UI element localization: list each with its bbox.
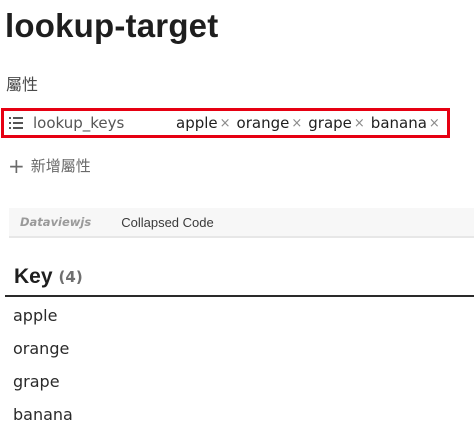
note-page: lookup-target 屬性 lookup_keys apple × ora… — [0, 0, 474, 429]
remove-icon[interactable]: × — [429, 116, 440, 131]
add-property-button[interactable]: + 新增屬性 — [8, 155, 91, 176]
remove-icon[interactable]: × — [291, 116, 302, 131]
row-count: (4) — [58, 268, 83, 286]
plus-icon: + — [8, 153, 25, 178]
value-pill-label: orange — [236, 114, 290, 132]
value-pill[interactable]: grape × — [308, 114, 365, 132]
properties-heading: 屬性 — [6, 75, 39, 94]
value-pill-label: banana — [370, 114, 427, 132]
table-row: apple — [13, 306, 58, 325]
value-pill[interactable]: banana × — [371, 114, 440, 132]
table-body: apple orange grape banana — [13, 299, 73, 429]
table-header: Key (4) — [5, 259, 474, 297]
table-row: orange — [13, 339, 70, 358]
value-pill[interactable]: apple × — [176, 114, 231, 132]
remove-icon[interactable]: × — [354, 116, 365, 131]
collapsed-code-label: Collapsed Code — [121, 214, 214, 230]
key-column-header[interactable]: Key — [14, 265, 53, 289]
list-icon — [9, 116, 25, 130]
code-block-header[interactable]: Dataviewjs Collapsed Code — [9, 208, 474, 238]
value-pill-label: apple — [176, 114, 218, 132]
page-title: lookup-target — [5, 7, 219, 44]
property-values: apple × orange × grape × banana × — [176, 114, 440, 132]
value-pill-label: grape — [308, 114, 352, 132]
value-pill[interactable]: orange × — [237, 114, 303, 132]
code-language-label: Dataviewjs — [20, 215, 92, 229]
remove-icon[interactable]: × — [220, 116, 231, 131]
property-row-lookup-keys[interactable]: lookup_keys apple × orange × grape × ban… — [1, 108, 450, 138]
property-key[interactable]: lookup_keys — [33, 114, 176, 132]
table-row: grape — [13, 372, 60, 391]
table-row: banana — [13, 405, 73, 424]
add-property-label: 新增屬性 — [30, 157, 91, 175]
